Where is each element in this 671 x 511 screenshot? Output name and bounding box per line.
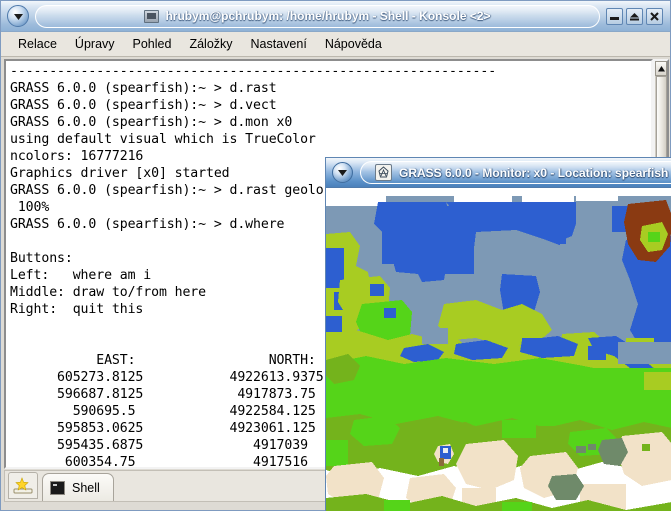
tab-shell[interactable]: Shell: [42, 473, 114, 501]
konsole-titlebar[interactable]: hrubym@pchrubym: /home/hrubym - Shell - …: [1, 1, 670, 32]
close-icon: [650, 11, 659, 21]
scrollbar-up-button[interactable]: [655, 61, 667, 76]
grass-logo-icon: [375, 164, 392, 181]
menu-item-relace[interactable]: Relace: [9, 34, 66, 54]
window-controls: [606, 7, 663, 25]
terminal-icon: [50, 480, 65, 495]
chevron-down-icon: [338, 170, 347, 176]
map-top-margin: [326, 188, 671, 196]
terminal-icon: [144, 9, 160, 23]
geology-raster-map: [326, 188, 671, 511]
grass-map-canvas[interactable]: [326, 188, 671, 511]
shade-button[interactable]: [626, 7, 643, 25]
grass-logo-glyph: [378, 166, 389, 178]
minimize-button[interactable]: [606, 7, 623, 25]
grass-monitor-window: GRASS 6.0.0 - Monitor: x0 - Location: sp…: [325, 157, 671, 511]
menu-item-napoveda[interactable]: Nápověda: [316, 34, 391, 54]
screen-root: hrubym@pchrubym: /home/hrubym - Shell - …: [0, 0, 671, 511]
close-button[interactable]: [646, 7, 663, 25]
menu-item-zalozky[interactable]: Záložky: [180, 34, 241, 54]
konsole-title-text: hrubym@pchrubym: /home/hrubym - Shell - …: [165, 9, 491, 23]
konsole-menubar: Relace Úpravy Pohled Záložky Nastavení N…: [1, 32, 670, 57]
grass-window-menu-button[interactable]: [332, 162, 353, 183]
shade-up-icon: [630, 12, 639, 20]
chevron-down-icon: [13, 13, 23, 20]
konsole-title-pill: hrubym@pchrubym: /home/hrubym - Shell - …: [35, 4, 600, 28]
menu-item-pohled[interactable]: Pohled: [124, 34, 181, 54]
new-session-button[interactable]: [8, 472, 38, 499]
menu-item-nastaveni[interactable]: Nastavení: [242, 34, 316, 54]
grass-titlebar[interactable]: GRASS 6.0.0 - Monitor: x0 - Location: sp…: [326, 158, 671, 188]
menu-item-upravy[interactable]: Úpravy: [66, 34, 124, 54]
new-session-icon: [13, 476, 33, 493]
minimize-icon: [610, 16, 619, 20]
scroll-up-arrow-icon: [657, 65, 665, 71]
grass-title-pill: GRASS 6.0.0 - Monitor: x0 - Location: sp…: [360, 161, 671, 184]
grass-title-text: GRASS 6.0.0 - Monitor: x0 - Location: sp…: [399, 165, 669, 180]
window-menu-button[interactable]: [7, 5, 29, 27]
tab-shell-label: Shell: [72, 480, 100, 495]
